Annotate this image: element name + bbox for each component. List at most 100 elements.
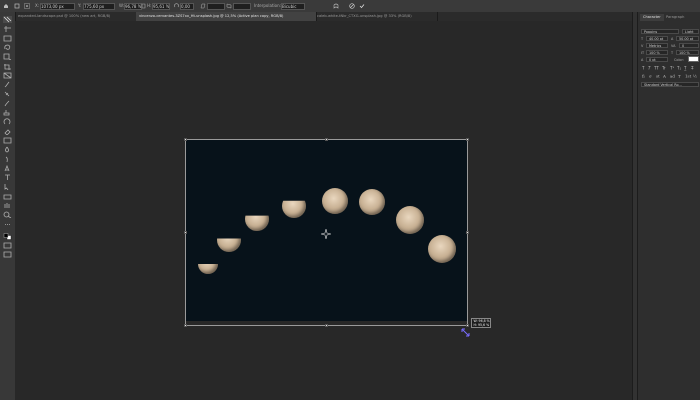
svg-text:TT: TT	[653, 66, 659, 71]
x-field[interactable]: 1073,00 px	[40, 3, 75, 10]
screen-mode-tool-icon[interactable]	[3, 242, 12, 249]
skew-h-icon	[200, 3, 206, 9]
tab-character[interactable]: Character	[640, 14, 664, 21]
transform-size-readout: W: 96,8 % H: 95,6 %	[471, 318, 491, 328]
tab-paragraph[interactable]: Paragraph	[663, 14, 687, 21]
skew-v-field[interactable]	[233, 3, 251, 10]
hand-tool-icon[interactable]	[3, 202, 12, 209]
link-icon[interactable]	[141, 3, 146, 9]
svg-text:T: T	[648, 66, 651, 71]
svg-text:T̲: T̲	[683, 66, 687, 71]
tab-document-1[interactable]: expanded-landscape.psd @ 100% (new art, …	[15, 12, 139, 21]
tab-label: caleb-white-tNkr_CTXG-unsplash.jpg @ 33%…	[317, 14, 412, 18]
transform-handle-left[interactable]	[184, 231, 187, 234]
font-style-select[interactable]: Light	[682, 29, 699, 34]
interpolation-label: Interpolation:	[254, 3, 281, 8]
y-field[interactable]: 775,60 px	[83, 3, 115, 10]
color-label: Color:	[674, 58, 684, 62]
clone-stamp-tool-icon[interactable]	[3, 109, 12, 116]
svg-text:A: A	[662, 74, 666, 79]
transform-handle-bottom-right[interactable]	[466, 324, 469, 327]
object-select-tool-icon[interactable]	[3, 53, 12, 61]
interpolation-select[interactable]: Bicubic	[281, 3, 305, 10]
artboard-tool-icon[interactable]	[3, 25, 12, 33]
reference-point-icon[interactable]	[320, 228, 332, 240]
language-select[interactable]: Standard Vertical Ro...	[641, 82, 699, 87]
transform-handle-top[interactable]	[325, 138, 328, 141]
font-size-icon: T	[641, 37, 644, 41]
path-select-tool-icon[interactable]	[3, 183, 12, 191]
pen-tool-icon[interactable]	[3, 164, 12, 172]
transform-handle-right[interactable]	[466, 231, 469, 234]
skew-h-field[interactable]	[207, 3, 225, 10]
frame-tool-icon[interactable]	[3, 72, 12, 79]
type-tool-icon[interactable]	[3, 174, 12, 181]
healing-tool-icon[interactable]	[3, 90, 12, 97]
marquee-tool-icon[interactable]	[3, 35, 12, 42]
rotate-icon	[174, 3, 179, 9]
crop-tool-icon[interactable]	[3, 63, 12, 70]
font-size-field[interactable]: 40,00 pt	[646, 36, 668, 41]
transform-handle-top-left[interactable]	[184, 138, 187, 141]
kerning-select[interactable]: Metrics	[646, 43, 668, 48]
svg-text:T: T	[678, 74, 681, 79]
svg-text:T¹: T¹	[669, 66, 674, 71]
svg-text:T̶: T̶	[690, 66, 694, 71]
eraser-tool-icon[interactable]	[3, 128, 12, 135]
transform-handle-bottom-left[interactable]	[184, 324, 187, 327]
horizontal-scale-field[interactable]: 100 %	[676, 50, 699, 55]
lasso-tool-icon[interactable]	[3, 44, 12, 51]
more-tools-tool-icon[interactable]	[3, 221, 12, 228]
dodge-tool-icon[interactable]	[3, 156, 12, 163]
x-label: X:	[35, 3, 39, 8]
kerning-icon: V	[641, 44, 644, 48]
svg-text:st: st	[656, 74, 660, 79]
foreground-color-tool-icon[interactable]	[3, 232, 12, 241]
opentype-buttons: fi σ st Aad T 1st ½	[641, 73, 699, 79]
tab-document-2-active[interactable]: vincenzo-cervantes-3ZS7xx_Ht-unsplash.jp…	[136, 12, 317, 21]
eyedropper-tool-icon[interactable]	[3, 81, 12, 88]
home-icon[interactable]	[3, 3, 9, 9]
svg-text:1st: 1st	[685, 74, 692, 79]
text-color-swatch[interactable]	[688, 56, 699, 62]
resize-cursor-icon	[461, 328, 470, 337]
baseline-shift-field[interactable]: 0 pt	[646, 57, 668, 62]
brush-tool-icon[interactable]	[3, 100, 12, 107]
h-field[interactable]: 95,61 %	[152, 3, 170, 10]
transform-handle-top-right[interactable]	[466, 138, 469, 141]
rectangle-tool-icon[interactable]	[3, 193, 12, 200]
leading-field[interactable]: 50,00 pt	[676, 36, 699, 41]
blur-tool-icon[interactable]	[3, 146, 12, 153]
rotate-field[interactable]: 0,00	[180, 3, 194, 10]
transform-handle-bottom[interactable]	[325, 324, 328, 327]
move-tool-icon[interactable]	[14, 3, 20, 9]
baseline-shift-icon: A	[641, 58, 644, 62]
svg-text:σ: σ	[649, 74, 652, 79]
y-label: Y:	[78, 3, 82, 8]
leading-icon: A	[671, 37, 674, 41]
skew-v-icon	[226, 3, 232, 9]
type-style-buttons: T T TT Tr T¹ T₁ T̲ T̶	[641, 65, 699, 71]
vertical-scale-field[interactable]: 100 %	[646, 50, 668, 55]
gradient-tool-icon[interactable]	[3, 137, 12, 144]
w-field[interactable]: 96,78 %	[124, 3, 142, 10]
tab-label: expanded-landscape.psd @ 100% (new art, …	[18, 14, 111, 18]
font-family-select[interactable]: Poppins	[641, 29, 679, 34]
history-brush-tool-icon[interactable]	[3, 118, 12, 125]
reference-point-icon[interactable]	[24, 3, 30, 9]
cancel-icon[interactable]	[349, 3, 355, 9]
warp-icon[interactable]	[333, 3, 339, 9]
zoom-tool-icon[interactable]	[3, 211, 12, 219]
svg-text:ad: ad	[670, 74, 675, 79]
horizontal-scale-icon: T	[671, 51, 674, 55]
svg-text:fi: fi	[642, 74, 645, 79]
tracking-field[interactable]: 0	[679, 43, 699, 48]
commit-check-icon[interactable]	[359, 3, 365, 9]
hud-height: H: 95,6 %	[473, 323, 490, 328]
move-tool-icon[interactable]	[3, 16, 12, 23]
tab-document-3[interactable]: caleb-white-tNkr_CTXG-unsplash.jpg @ 33%…	[314, 12, 438, 21]
quick-mask-tool-icon[interactable]	[3, 251, 12, 258]
tracking-icon: VA	[671, 44, 676, 48]
svg-text:T₁: T₁	[676, 66, 681, 71]
svg-text:Tr: Tr	[661, 66, 666, 71]
